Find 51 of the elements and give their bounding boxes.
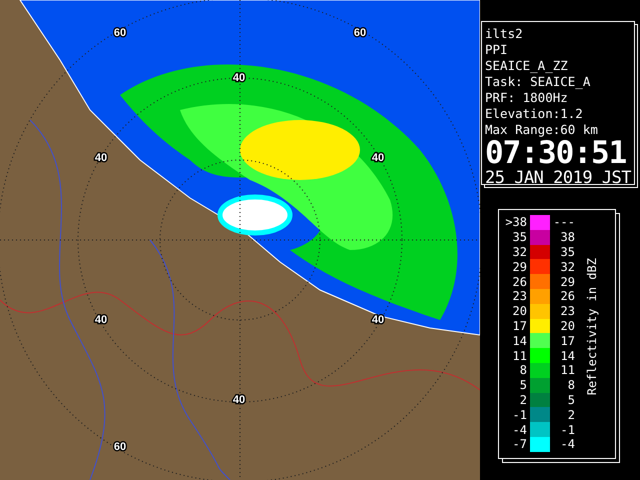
info-line: PRF: 1800Hz: [485, 90, 569, 106]
legend-value: 26: [512, 274, 527, 289]
time-text: 07:30:51: [485, 138, 626, 168]
legend-value: -7: [512, 437, 527, 452]
legend-value: 14: [512, 334, 527, 348]
legend-value: -1: [560, 422, 575, 437]
legend-value: 11: [560, 363, 575, 378]
legend-value: 29: [512, 260, 527, 274]
legend-value: 8: [518, 363, 527, 378]
range-label: 40: [94, 314, 108, 326]
legend-value: 5: [566, 392, 575, 407]
info-line: Elevation:1.2: [485, 106, 584, 122]
legend-value: 26: [560, 289, 575, 304]
range-label: 40: [372, 314, 384, 326]
legend-value: 32: [512, 244, 527, 259]
legend-value: 23: [512, 289, 527, 304]
legend-value: 17: [512, 318, 527, 333]
legend-value: -4: [560, 437, 575, 452]
range-label: 40: [232, 394, 246, 406]
info-line: Task: SEAICE_A: [485, 74, 592, 90]
range-label: 40: [232, 72, 246, 84]
range-label: 60: [354, 27, 366, 39]
legend-value: 35: [560, 244, 575, 259]
legend-value: -4: [512, 422, 527, 437]
legend-value: 2: [566, 408, 575, 422]
legend-title: Reflectivity in dBZ: [584, 258, 600, 396]
range-label: 60: [114, 27, 126, 39]
info-line: SEAICE_A_ZZ: [485, 58, 569, 74]
info-line: ilts2: [485, 26, 524, 42]
legend-value: 14: [560, 348, 575, 363]
legend-value: 5: [518, 378, 527, 392]
legend-value: >38: [505, 215, 527, 230]
range-label: 60: [114, 441, 126, 453]
legend-value: ---: [553, 215, 575, 230]
legend-value: -1: [512, 408, 527, 422]
date-text: 25 JAN 2019 JST: [485, 168, 631, 188]
legend-value: 8: [566, 378, 575, 392]
info-line: PPI: [485, 42, 509, 58]
range-label: 40: [94, 152, 108, 164]
legend-value: 29: [560, 274, 575, 289]
range-label: 40: [372, 152, 384, 164]
legend-value: 17: [560, 334, 575, 348]
legend-value: 32: [560, 260, 575, 274]
legend-value: 2: [518, 392, 527, 407]
legend-value: 11: [512, 348, 527, 363]
legend-value: 35: [512, 230, 527, 244]
legend-value: 23: [560, 304, 575, 318]
info-line: Max Range:60 km: [485, 122, 599, 138]
legend-value: 38: [560, 230, 575, 244]
legend-value: 20: [512, 304, 527, 318]
legend-value: 20: [560, 318, 575, 333]
